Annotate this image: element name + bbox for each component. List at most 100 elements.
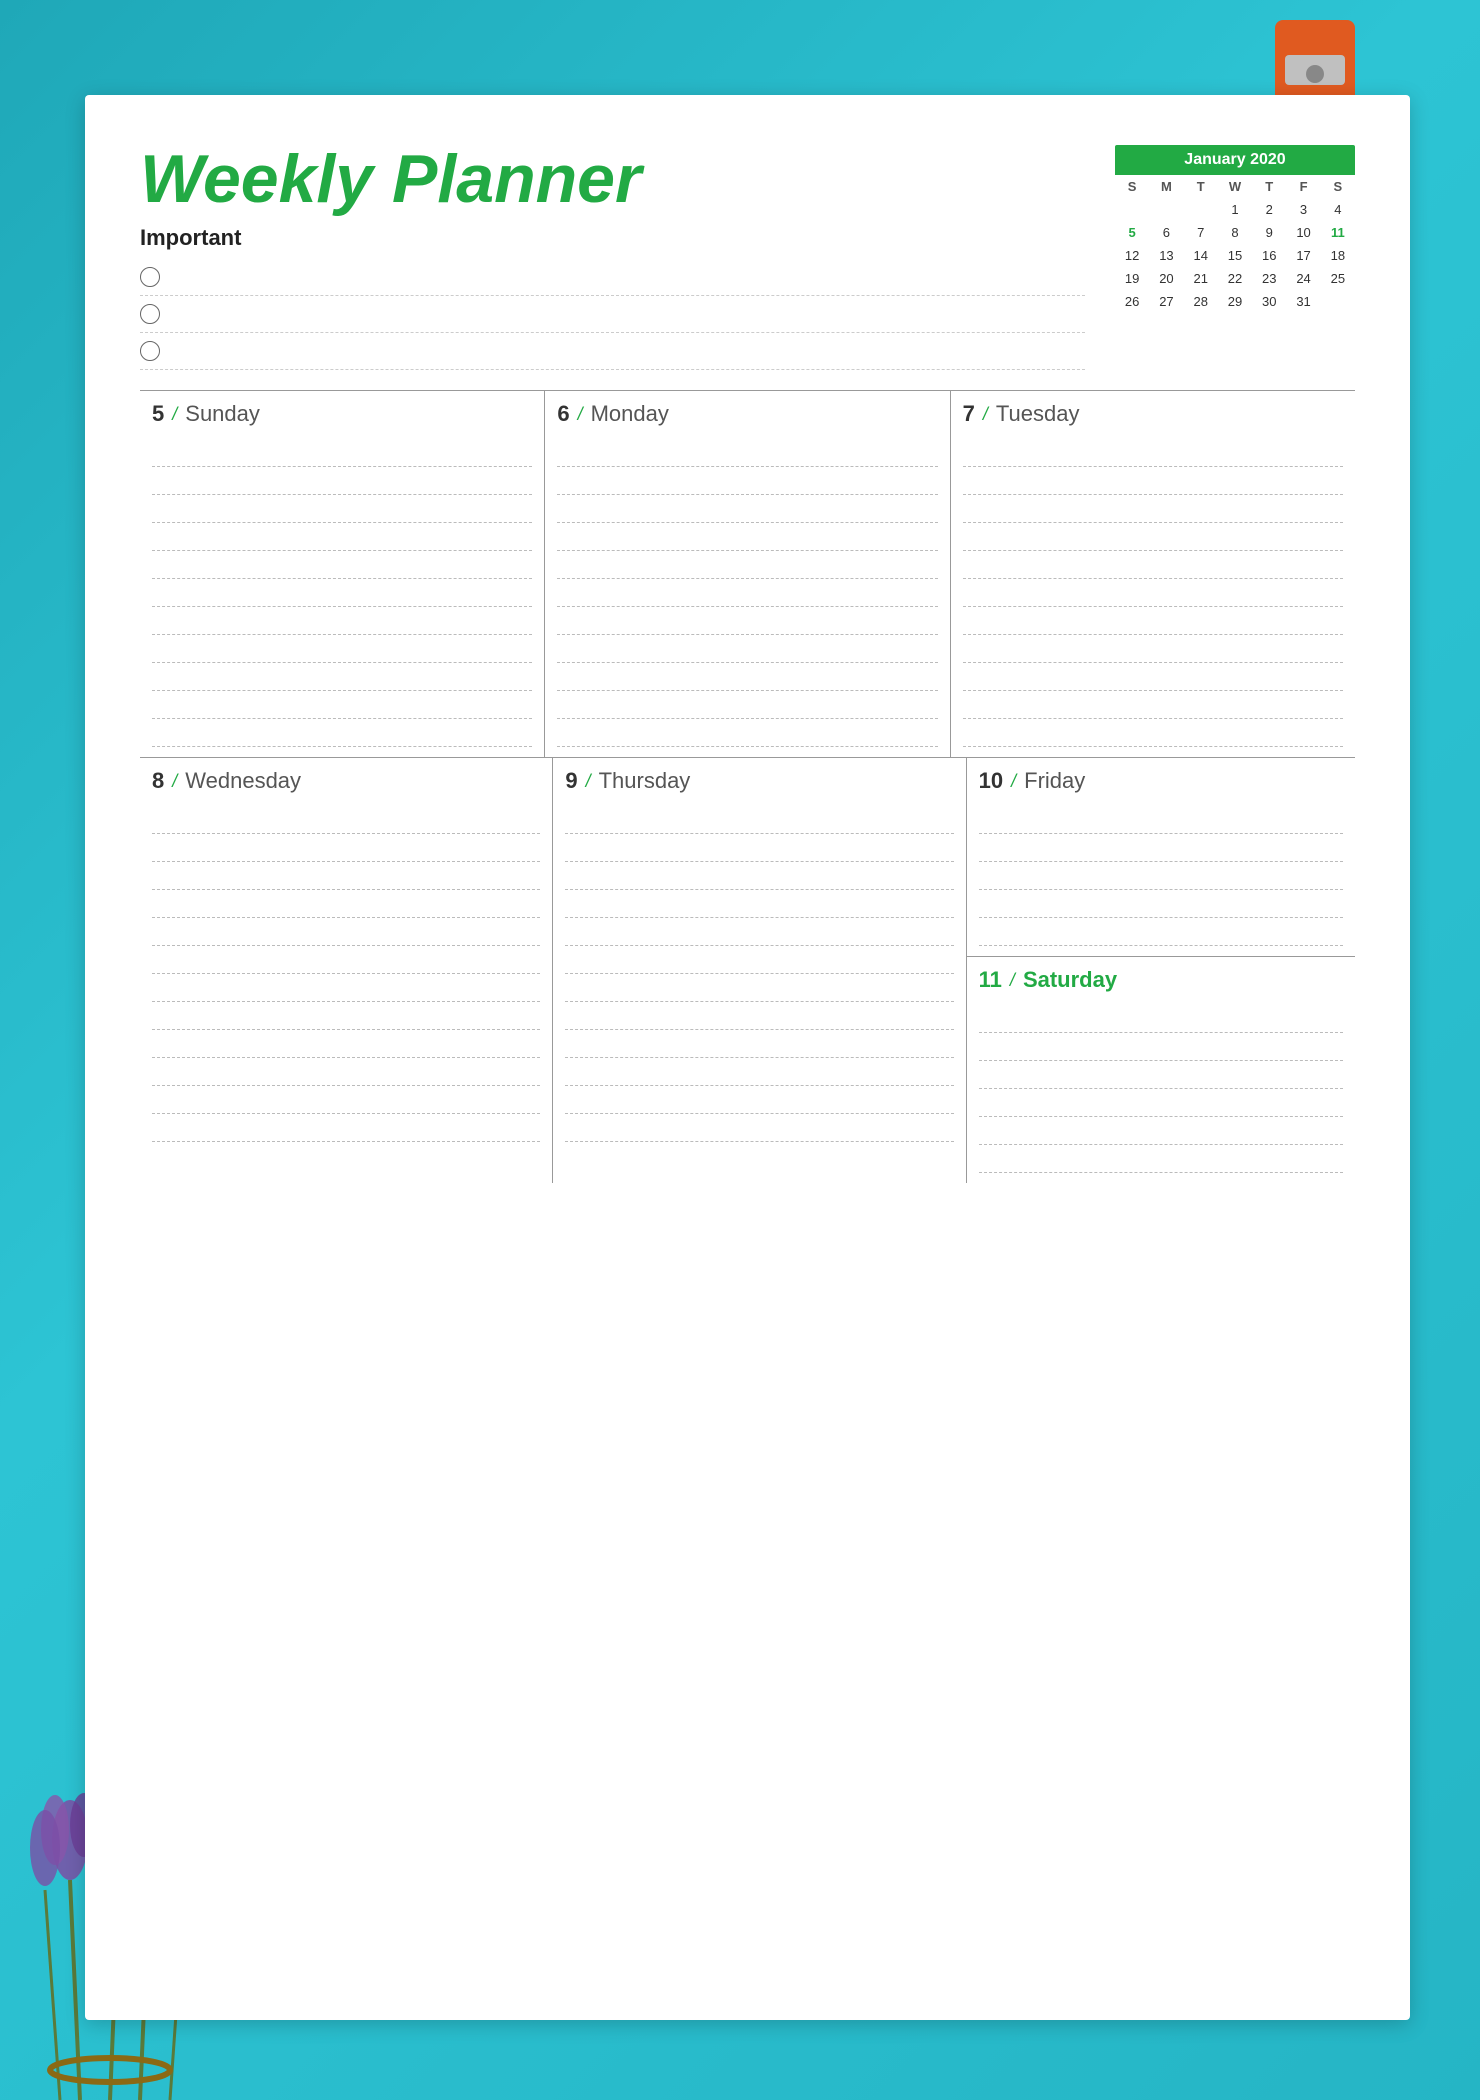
day-writing-line bbox=[557, 551, 937, 579]
day-writing-line bbox=[565, 862, 953, 890]
cal-date: 4 bbox=[1321, 198, 1355, 221]
day-writing-line bbox=[963, 523, 1343, 551]
thursday-header: 9 / Thursday bbox=[565, 768, 953, 794]
title-section: Weekly Planner Important bbox=[140, 145, 1085, 370]
cal-date: 9 bbox=[1252, 221, 1286, 244]
monday-num: 6 bbox=[557, 401, 569, 427]
cal-date: 16 bbox=[1252, 244, 1286, 267]
day-writing-line bbox=[565, 1030, 953, 1058]
day-writing-line bbox=[152, 691, 532, 719]
day-writing-line bbox=[152, 1114, 540, 1142]
sharpener-hole bbox=[1306, 65, 1324, 83]
day-writing-line bbox=[963, 607, 1343, 635]
day-writing-line bbox=[152, 806, 540, 834]
cal-day-f: F bbox=[1286, 175, 1320, 198]
cal-date: 22 bbox=[1218, 267, 1252, 290]
thursday-name: Thursday bbox=[599, 768, 691, 794]
day-thursday: 9 / Thursday bbox=[553, 758, 966, 1183]
day-writing-line bbox=[557, 579, 937, 607]
cal-date bbox=[1149, 198, 1183, 221]
day-writing-line bbox=[152, 918, 540, 946]
important-item-1 bbox=[140, 259, 1085, 296]
cal-date: 29 bbox=[1218, 290, 1252, 313]
day-sunday: 5 / Sunday bbox=[140, 391, 545, 757]
day-writing-line bbox=[963, 467, 1343, 495]
cal-date: 19 bbox=[1115, 267, 1149, 290]
day-writing-line bbox=[565, 1114, 953, 1142]
calendar-header: January 2020 bbox=[1115, 145, 1355, 175]
cal-day-m: M bbox=[1149, 175, 1183, 198]
day-writing-line bbox=[557, 691, 937, 719]
day-writing-line bbox=[557, 663, 937, 691]
day-writing-line bbox=[152, 523, 532, 551]
friday-name: Friday bbox=[1024, 768, 1085, 794]
day-writing-line bbox=[152, 607, 532, 635]
day-writing-line bbox=[152, 467, 532, 495]
tuesday-header: 7 / Tuesday bbox=[963, 401, 1343, 427]
important-section: Important bbox=[140, 225, 1085, 370]
day-writing-line bbox=[979, 1145, 1343, 1173]
day-writing-line bbox=[152, 862, 540, 890]
calendar-grid: S M T W T F S 12345678910111213141516171… bbox=[1115, 175, 1355, 313]
day-writing-line bbox=[565, 1086, 953, 1114]
sunday-num: 5 bbox=[152, 401, 164, 427]
cal-date: 31 bbox=[1286, 290, 1320, 313]
saturday-lines bbox=[979, 1005, 1343, 1173]
friday-header: 10 / Friday bbox=[979, 768, 1343, 794]
monday-slash: / bbox=[578, 404, 583, 425]
week-row-1: 5 / Sunday 6 / Monday 7 / Tuesday bbox=[140, 390, 1355, 757]
day-monday: 6 / Monday bbox=[545, 391, 950, 757]
cal-date: 21 bbox=[1184, 267, 1218, 290]
day-writing-line bbox=[152, 719, 532, 747]
checkbox-3[interactable] bbox=[140, 341, 160, 361]
cal-date: 26 bbox=[1115, 290, 1149, 313]
day-saturday: 11 / Saturday bbox=[967, 957, 1355, 1183]
day-writing-line bbox=[557, 495, 937, 523]
cal-date: 8 bbox=[1218, 221, 1252, 244]
cal-date: 24 bbox=[1286, 267, 1320, 290]
day-writing-line bbox=[557, 467, 937, 495]
checkbox-2[interactable] bbox=[140, 304, 160, 324]
day-writing-line bbox=[152, 1030, 540, 1058]
cal-date: 30 bbox=[1252, 290, 1286, 313]
tuesday-lines bbox=[963, 439, 1343, 747]
monday-name: Monday bbox=[591, 401, 669, 427]
cal-date: 14 bbox=[1184, 244, 1218, 267]
checkbox-1[interactable] bbox=[140, 267, 160, 287]
calendar: January 2020 S M T W T F S 1234567891011… bbox=[1115, 145, 1355, 313]
day-writing-line bbox=[152, 946, 540, 974]
day-writing-line bbox=[963, 663, 1343, 691]
day-writing-line bbox=[963, 495, 1343, 523]
day-writing-line bbox=[557, 635, 937, 663]
friday-slash: / bbox=[1011, 771, 1016, 792]
cal-date: 1 bbox=[1218, 198, 1252, 221]
cal-date: 7 bbox=[1184, 221, 1218, 244]
day-writing-line bbox=[963, 439, 1343, 467]
cal-day-s1: S bbox=[1115, 175, 1149, 198]
day-writing-line bbox=[557, 439, 937, 467]
cal-date bbox=[1184, 198, 1218, 221]
planner-header: Weekly Planner Important January 2 bbox=[140, 145, 1355, 370]
day-writing-line bbox=[979, 918, 1343, 946]
thursday-slash: / bbox=[586, 771, 591, 792]
tuesday-num: 7 bbox=[963, 401, 975, 427]
day-writing-line bbox=[979, 1005, 1343, 1033]
day-writing-line bbox=[152, 1058, 540, 1086]
important-item-2 bbox=[140, 296, 1085, 333]
day-writing-line bbox=[565, 806, 953, 834]
important-item-3 bbox=[140, 333, 1085, 370]
saturday-header: 11 / Saturday bbox=[979, 967, 1343, 993]
planner-paper: Weekly Planner Important January 2 bbox=[85, 95, 1410, 2020]
sunday-slash: / bbox=[172, 404, 177, 425]
day-writing-line bbox=[979, 862, 1343, 890]
day-writing-line bbox=[565, 974, 953, 1002]
cal-date: 11 bbox=[1321, 221, 1355, 244]
planner-title: Weekly Planner bbox=[140, 145, 1085, 213]
day-writing-line bbox=[152, 834, 540, 862]
thursday-lines bbox=[565, 806, 953, 1142]
cal-date: 6 bbox=[1149, 221, 1183, 244]
day-writing-line bbox=[152, 890, 540, 918]
saturday-name: Saturday bbox=[1023, 967, 1117, 993]
important-line-1 bbox=[174, 277, 1085, 278]
day-writing-line bbox=[557, 719, 937, 747]
